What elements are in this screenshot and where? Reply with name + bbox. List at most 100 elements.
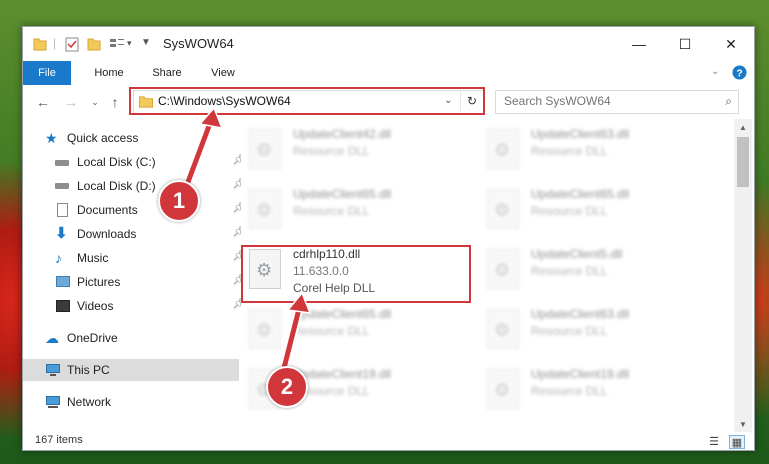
search-box[interactable]: ⌕ [495, 90, 739, 114]
sidebar-item-label: Music [77, 251, 109, 265]
sidebar-item-label: Downloads [77, 227, 137, 241]
file-description: Resource DLL [531, 204, 608, 218]
tab-share[interactable]: Share [139, 61, 195, 85]
file-name: UpdateClient63.dll [531, 307, 630, 321]
file-item[interactable]: UpdateClient65.dll Resource DLL [245, 303, 465, 359]
svg-text:?: ? [736, 68, 742, 79]
dll-file-icon [487, 129, 519, 169]
close-button[interactable]: ✕ [708, 27, 754, 61]
file-name: UpdateClient65.dll [531, 187, 630, 201]
address-highlight-box [129, 87, 485, 115]
file-item[interactable]: UpdateClient5.dll Resource DLL [483, 243, 703, 299]
dll-file-icon [249, 189, 281, 229]
ribbon-tabs: File Home Share View ⌄ ? [23, 61, 754, 86]
view-options-icon[interactable] [109, 36, 125, 52]
window-title: SysWOW64 [163, 36, 234, 51]
dll-file-icon [487, 309, 519, 349]
vertical-scrollbar[interactable]: ▲ ▼ [734, 119, 752, 432]
expand-ribbon-icon[interactable]: ⌄ [711, 66, 719, 77]
dll-file-icon [487, 189, 519, 229]
scrollbar-thumb[interactable] [737, 137, 749, 187]
sidebar-item-label: Network [67, 395, 112, 409]
file-item[interactable]: UpdateClient63.dll Resource DLL [483, 303, 703, 359]
maximize-button[interactable]: ☐ [662, 27, 708, 61]
chevron-down-icon[interactable]: ▾ [127, 38, 132, 54]
file-item[interactable]: UpdateClient65.dll Resource DLL [245, 183, 465, 239]
sidebar-item-local-disk-c[interactable]: Local Disk (C:) 📌︎ [23, 151, 249, 173]
file-item[interactable]: UpdateClient19.dll Resource DLL [483, 363, 703, 419]
file-explorer-window: | ▾ ▼ SysWOW64 — ☐ ✕ File Home Share Vie… [22, 26, 755, 451]
search-input[interactable] [504, 94, 704, 108]
large-icons-view-icon[interactable]: ▦ [729, 435, 745, 449]
file-description: Resource DLL [531, 144, 608, 158]
scroll-down-icon[interactable]: ▼ [734, 416, 752, 432]
sidebar-item-label: This PC [67, 363, 110, 377]
videos-icon [55, 298, 71, 314]
tab-file[interactable]: File [23, 61, 71, 85]
dll-file-icon [487, 249, 519, 289]
details-view-icon[interactable]: ☰ [707, 435, 721, 448]
sidebar-item-music[interactable]: ♪ Music 📌︎ [23, 247, 249, 269]
customize-toolbar-icon[interactable]: ▼ [141, 37, 151, 53]
dll-file-icon [249, 309, 281, 349]
help-icon[interactable]: ? [732, 65, 747, 80]
folder-icon [33, 38, 47, 51]
sidebar-item-label: Videos [77, 299, 114, 313]
separator: | [53, 36, 57, 50]
properties-icon[interactable] [65, 36, 79, 52]
back-arrow-icon[interactable]: ← [35, 94, 51, 110]
step-2-badge: 2 [266, 366, 308, 408]
minimize-button[interactable]: — [616, 27, 662, 61]
cloud-icon: ☁ [45, 330, 59, 346]
file-description: Resource DLL [531, 384, 608, 398]
file-item[interactable]: UpdateClient42.dll Resource DLL [245, 123, 465, 179]
sidebar-item-network[interactable]: Network [23, 391, 239, 413]
file-description: Resource DLL [293, 324, 370, 338]
drive-icon [55, 155, 71, 171]
file-name: UpdateClient63.dll [531, 127, 630, 141]
file-list: UpdateClient42.dll Resource DLL UpdateCl… [241, 119, 734, 432]
step-1-badge: 1 [158, 180, 200, 222]
search-icon[interactable]: ⌕ [725, 94, 732, 109]
status-bar: 167 items ☰ ▦ [23, 432, 754, 450]
scroll-up-icon[interactable]: ▲ [734, 119, 752, 135]
pictures-icon [55, 274, 71, 290]
file-name: UpdateClient65.dll [293, 307, 392, 321]
new-folder-icon[interactable] [87, 36, 101, 52]
tab-view[interactable]: View [197, 61, 249, 85]
forward-arrow-icon[interactable]: → [63, 94, 79, 110]
dll-file-icon [487, 369, 519, 409]
tab-home[interactable]: Home [81, 61, 137, 85]
computer-icon [45, 362, 61, 378]
sidebar-item-downloads[interactable]: ⬇ Downloads 📌︎ [23, 223, 249, 245]
recent-locations-chevron-icon[interactable]: ⌄ [87, 94, 103, 110]
file-name: UpdateClient65.dll [293, 187, 392, 201]
up-arrow-icon[interactable]: ↑ [107, 94, 123, 110]
file-description: Resource DLL [293, 144, 370, 158]
star-icon: ★ [45, 130, 58, 146]
sidebar-item-this-pc[interactable]: This PC [23, 359, 239, 381]
sidebar-item-videos[interactable]: Videos 📌︎ [23, 295, 249, 317]
file-name: UpdateClient19.dll [531, 367, 630, 381]
file-item[interactable]: UpdateClient63.dll Resource DLL [483, 123, 703, 179]
file-item[interactable]: UpdateClient65.dll Resource DLL [483, 183, 703, 239]
sidebar-item-pictures[interactable]: Pictures 📌︎ [23, 271, 249, 293]
music-icon: ♪ [55, 250, 62, 266]
navigation-bar: ← → ⌄ ↑ C:\Windows\SysWOW64 ⌄ ↻ ⌕ [23, 85, 754, 119]
sidebar-item-local-disk-d[interactable]: Local Disk (D:) 📌︎ [23, 175, 249, 197]
sidebar-item-quick-access[interactable]: ★ Quick access [23, 127, 239, 149]
title-bar: | ▾ ▼ SysWOW64 — ☐ ✕ [23, 27, 754, 61]
file-description: Resource DLL [531, 264, 608, 278]
sidebar-item-documents[interactable]: Documents 📌︎ [23, 199, 249, 221]
sidebar-item-label: Quick access [67, 131, 139, 145]
sidebar-item-label: Documents [77, 203, 138, 217]
file-name: UpdateClient5.dll [531, 247, 623, 261]
sidebar-item-onedrive[interactable]: ☁ OneDrive [23, 327, 239, 349]
sidebar-item-label: Pictures [77, 275, 121, 289]
dll-file-icon [249, 129, 281, 169]
file-name: UpdateClient19.dll [293, 367, 392, 381]
sidebar-item-label: OneDrive [67, 331, 118, 345]
file-name: UpdateClient42.dll [293, 127, 392, 141]
item-count: 167 items [35, 434, 83, 446]
sidebar-item-label: Local Disk (D:) [77, 179, 156, 193]
